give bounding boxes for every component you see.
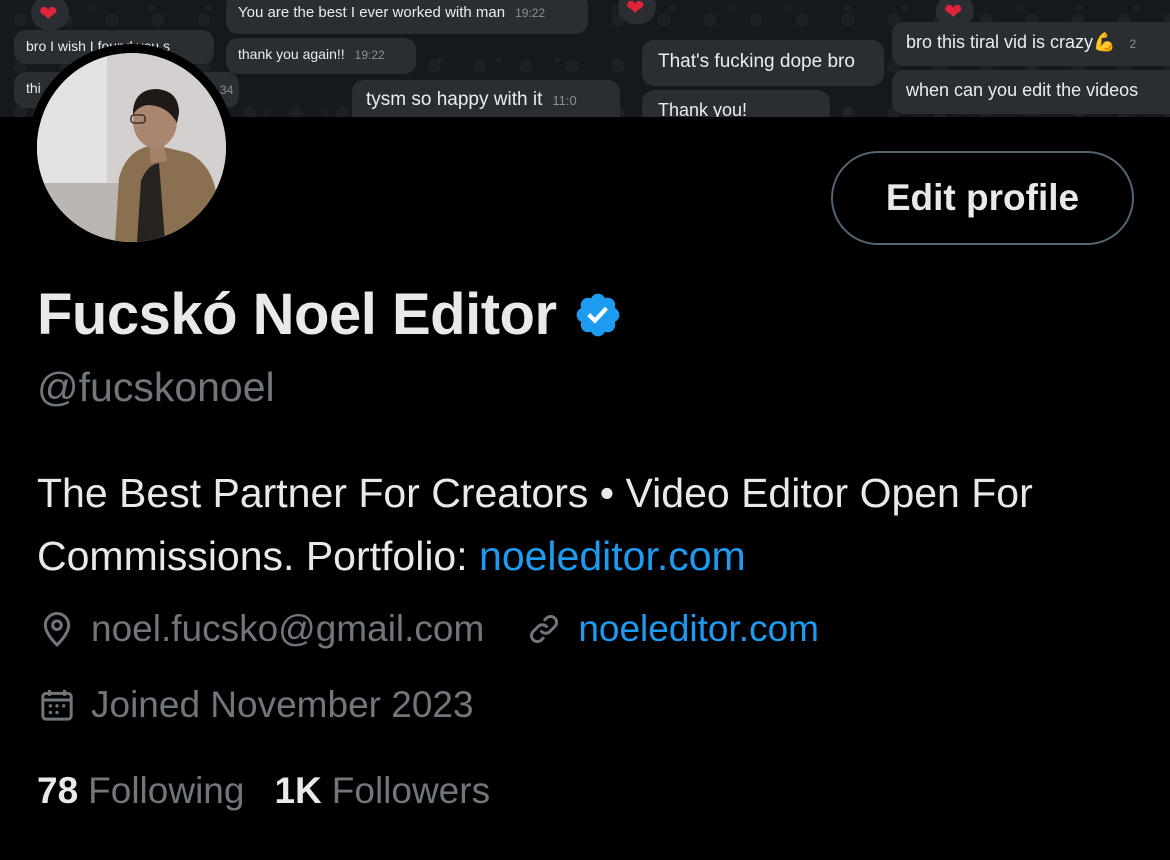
profile-name-row: Fucskó Noel Editor bbox=[37, 281, 623, 348]
profile-joined: Joined November 2023 bbox=[37, 684, 474, 726]
chat-bubble-text: That's fucking dope bro bbox=[658, 51, 855, 72]
location-pin-icon bbox=[43, 612, 71, 647]
following-label: Following bbox=[88, 770, 245, 811]
profile-meta-row: noel.fucsko@gmail.com noeleditor.com bbox=[37, 608, 819, 650]
person-silhouette bbox=[37, 53, 226, 242]
chat-bubble: That's fucking dope bro bbox=[642, 40, 884, 86]
chat-bubble-text: thi bbox=[26, 80, 41, 96]
following-count: 78 bbox=[37, 770, 79, 811]
heart-icon: ❤ bbox=[944, 0, 963, 24]
chat-bubble-time: 19:22 bbox=[515, 6, 546, 20]
chat-bubble: You are the best I ever worked with man 1… bbox=[226, 0, 588, 34]
chat-bubble-time: 34 bbox=[220, 83, 234, 97]
chat-bubble: thank you again!! 19:22 bbox=[226, 38, 416, 74]
chat-bubble-time: 19:22 bbox=[354, 48, 385, 62]
joined-text: Joined November 2023 bbox=[91, 684, 474, 725]
chat-bubble-text: when can you edit the videos bbox=[906, 80, 1139, 100]
display-name: Fucskó Noel Editor bbox=[37, 282, 557, 347]
profile-location: noel.fucsko@gmail.com bbox=[37, 608, 484, 650]
bio-link[interactable]: noeleditor.com bbox=[479, 533, 746, 579]
location-text: noel.fucsko@gmail.com bbox=[91, 608, 485, 649]
website-link[interactable]: noeleditor.com bbox=[578, 608, 819, 650]
profile-website[interactable]: noeleditor.com bbox=[524, 608, 819, 650]
chat-bubble-time: 11:0 bbox=[552, 93, 577, 108]
profile-avatar[interactable] bbox=[28, 44, 235, 251]
heart-icon: ❤ bbox=[626, 0, 645, 20]
profile-bio: The Best Partner For Creators • Video Ed… bbox=[37, 462, 1137, 588]
profile-joined-row: Joined November 2023 bbox=[37, 684, 474, 726]
chat-bubble-time: 2 bbox=[1129, 37, 1137, 51]
following-link[interactable]: 78 Following bbox=[37, 770, 244, 812]
chat-bubble: tysm so happy with it 11:0 bbox=[352, 80, 620, 117]
chat-bubble: Thank you! bbox=[642, 90, 830, 117]
chat-bubble: when can you edit the videos bbox=[892, 70, 1170, 114]
followers-count: 1K bbox=[274, 770, 322, 811]
link-icon bbox=[530, 615, 559, 643]
heart-icon: ❤ bbox=[39, 1, 58, 26]
edit-profile-button[interactable]: Edit profile bbox=[831, 151, 1134, 245]
chat-bubble-text: thank you again!! bbox=[238, 46, 345, 62]
calendar-icon bbox=[41, 690, 73, 721]
chat-bubble-text: You are the best I ever worked with man bbox=[238, 4, 506, 21]
followers-link[interactable]: 1K Followers bbox=[274, 770, 490, 812]
verified-badge-icon[interactable] bbox=[573, 290, 623, 340]
chat-bubble-text: tysm so happy with it bbox=[366, 89, 543, 110]
followers-label: Followers bbox=[331, 770, 491, 811]
chat-bubble: bro this tiral vid is crazy💪 2 bbox=[892, 22, 1170, 66]
chat-bubble-text: bro this tiral vid is crazy💪 bbox=[906, 32, 1116, 52]
chat-bubble-text: Thank you! bbox=[658, 100, 748, 117]
avatar-photo bbox=[37, 53, 226, 242]
follow-stats: 78 Following 1K Followers bbox=[37, 770, 490, 812]
profile-handle: @fucskonoel bbox=[37, 364, 275, 410]
